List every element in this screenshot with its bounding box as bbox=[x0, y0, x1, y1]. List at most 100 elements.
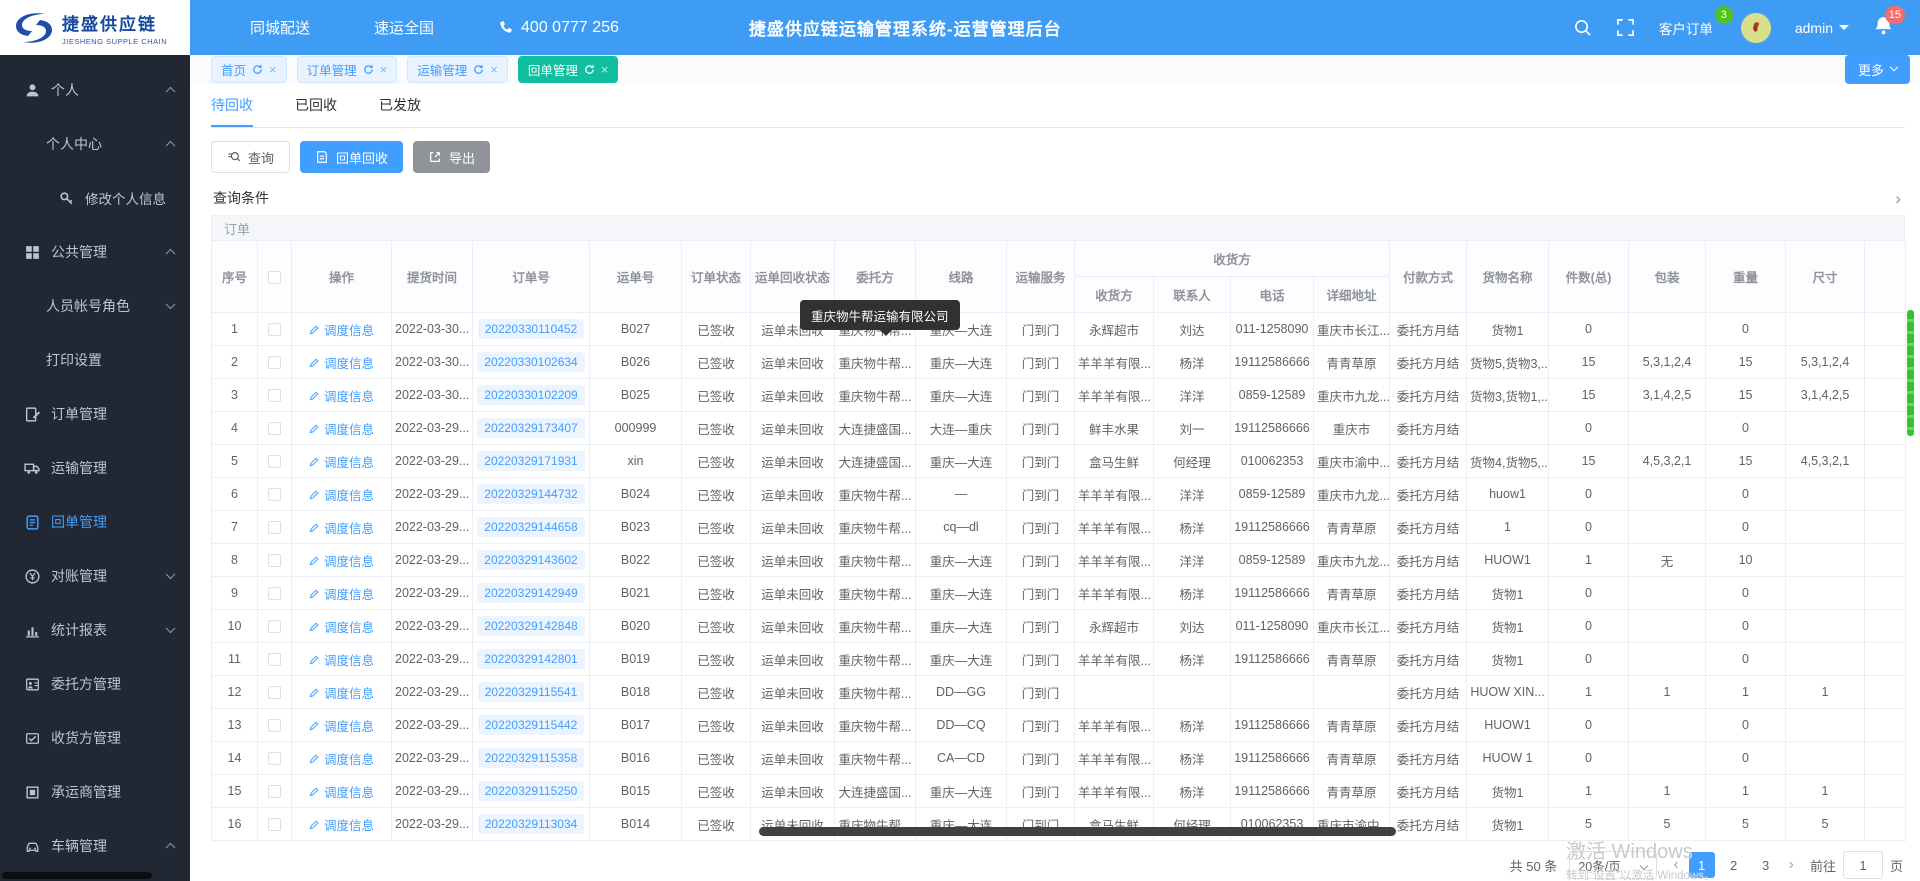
sidebar-item-6[interactable]: 订单管理 bbox=[0, 387, 190, 441]
sidebar-item-10[interactable]: 统计报表 bbox=[0, 603, 190, 657]
sidebar-item-9[interactable]: 对账管理 bbox=[0, 549, 190, 603]
order-number-pill[interactable]: 20220329115250 bbox=[477, 781, 585, 801]
page-number-button[interactable]: 1 bbox=[1688, 852, 1715, 878]
query-button[interactable]: 查询 bbox=[211, 141, 291, 173]
close-icon[interactable]: × bbox=[601, 62, 609, 77]
dispatch-info-link[interactable]: 调度信息 bbox=[309, 683, 374, 702]
sidebar-item-0[interactable]: 个人 bbox=[0, 63, 190, 117]
row-checkbox[interactable] bbox=[268, 521, 281, 535]
close-icon[interactable]: × bbox=[269, 62, 277, 77]
row-checkbox[interactable] bbox=[268, 620, 281, 634]
refresh-icon[interactable] bbox=[473, 64, 484, 75]
prev-page-button[interactable]: ‹ bbox=[1669, 856, 1682, 874]
select-all-checkbox[interactable] bbox=[268, 270, 281, 284]
order-number-pill[interactable]: 20220330102634 bbox=[477, 352, 585, 372]
order-number-pill[interactable]: 20220329115541 bbox=[477, 682, 585, 702]
row-checkbox[interactable] bbox=[268, 785, 281, 799]
chevron-right-icon[interactable]: › bbox=[1895, 190, 1901, 207]
row-checkbox[interactable] bbox=[268, 389, 281, 403]
dispatch-info-link[interactable]: 调度信息 bbox=[309, 716, 374, 735]
dispatch-info-link[interactable]: 调度信息 bbox=[309, 584, 374, 603]
fullscreen-icon[interactable] bbox=[1616, 18, 1635, 37]
order-number-pill[interactable]: 20220329142949 bbox=[477, 583, 585, 603]
sidebar-item-12[interactable]: 收货方管理 bbox=[0, 711, 190, 765]
notifications-button[interactable]: 15 bbox=[1873, 5, 1905, 41]
sidebar-item-4[interactable]: 人员帐号角色 bbox=[0, 279, 190, 333]
refresh-icon[interactable] bbox=[584, 64, 595, 75]
search-icon[interactable] bbox=[1573, 18, 1592, 37]
dispatch-info-link[interactable]: 调度信息 bbox=[309, 485, 374, 504]
refresh-icon[interactable] bbox=[363, 64, 374, 75]
dispatch-info-link[interactable]: 调度信息 bbox=[309, 749, 374, 768]
dispatch-info-link[interactable]: 调度信息 bbox=[309, 452, 374, 471]
dispatch-info-link[interactable]: 调度信息 bbox=[309, 386, 374, 405]
row-checkbox[interactable] bbox=[268, 752, 281, 766]
order-number-pill[interactable]: 20220329115442 bbox=[477, 715, 585, 735]
row-checkbox[interactable] bbox=[268, 686, 281, 700]
user-avatar[interactable] bbox=[1740, 12, 1771, 43]
dispatch-info-link[interactable]: 调度信息 bbox=[309, 782, 374, 801]
sidebar-item-2[interactable]: 修改个人信息 bbox=[0, 171, 190, 225]
row-checkbox[interactable] bbox=[268, 818, 281, 832]
dispatch-info-link[interactable]: 调度信息 bbox=[309, 650, 374, 669]
dispatch-info-link[interactable]: 调度信息 bbox=[309, 551, 374, 570]
refresh-icon[interactable] bbox=[252, 64, 263, 75]
sidebar-item-11[interactable]: 委托方管理 bbox=[0, 657, 190, 711]
horizontal-scrollbar[interactable] bbox=[759, 827, 1396, 836]
sidebar-item-8[interactable]: 回单管理 bbox=[0, 495, 190, 549]
close-icon[interactable]: × bbox=[490, 62, 498, 77]
row-checkbox[interactable] bbox=[268, 653, 281, 667]
vertical-scrollbar[interactable] bbox=[1907, 310, 1914, 436]
page-number-button[interactable]: 2 bbox=[1721, 852, 1747, 878]
order-number-pill[interactable]: 20220329144658 bbox=[477, 517, 585, 537]
dispatch-info-link[interactable]: 调度信息 bbox=[309, 518, 374, 537]
sidebar-item-1[interactable]: 个人中心 bbox=[0, 117, 190, 171]
export-button[interactable]: 导出 bbox=[413, 141, 491, 173]
row-checkbox[interactable] bbox=[268, 422, 281, 436]
order-number-pill[interactable]: 20220330110452 bbox=[477, 319, 585, 339]
goto-page-input[interactable] bbox=[1842, 851, 1883, 879]
order-number-pill[interactable]: 20220329113034 bbox=[477, 814, 585, 834]
row-checkbox[interactable] bbox=[268, 356, 281, 370]
row-checkbox[interactable] bbox=[268, 587, 281, 601]
sidebar-item-5[interactable]: 打印设置 bbox=[0, 333, 190, 387]
dispatch-info-link[interactable]: 调度信息 bbox=[309, 815, 374, 834]
row-checkbox[interactable] bbox=[268, 554, 281, 568]
row-checkbox[interactable] bbox=[268, 455, 281, 469]
sidebar-scrollbar[interactable] bbox=[2, 872, 152, 879]
sidebar-item-13[interactable]: 承运商管理 bbox=[0, 765, 190, 819]
more-tabs-button[interactable]: 更多 bbox=[1844, 55, 1910, 84]
close-icon[interactable]: × bbox=[380, 62, 388, 77]
user-menu[interactable]: admin bbox=[1795, 20, 1849, 36]
row-checkbox[interactable] bbox=[268, 323, 281, 337]
nav-city-delivery[interactable]: 同城配送 bbox=[250, 17, 310, 38]
order-number-pill[interactable]: 20220329142848 bbox=[477, 616, 585, 636]
tab-1[interactable]: 已回收 bbox=[295, 95, 337, 127]
tab-0[interactable]: 待回收 bbox=[211, 95, 253, 127]
sidebar-item-3[interactable]: 公共管理 bbox=[0, 225, 190, 279]
order-number-pill[interactable]: 20220329143602 bbox=[477, 550, 585, 570]
dispatch-info-link[interactable]: 调度信息 bbox=[309, 617, 374, 636]
page-size-select[interactable]: 20条/页 bbox=[1569, 851, 1658, 879]
order-number-pill[interactable]: 20220329115358 bbox=[477, 748, 585, 768]
sidebar-item-14[interactable]: 车辆管理 bbox=[0, 819, 190, 873]
order-number-pill[interactable]: 20220329142801 bbox=[477, 649, 585, 669]
order-number-pill[interactable]: 20220329144732 bbox=[477, 484, 585, 504]
dispatch-info-link[interactable]: 调度信息 bbox=[309, 353, 374, 372]
order-number-pill[interactable]: 20220329173407 bbox=[477, 418, 585, 438]
open-tab-pill-3[interactable]: 回单管理 × bbox=[517, 56, 619, 83]
order-number-pill[interactable]: 20220330102209 bbox=[477, 385, 585, 405]
customer-orders-link[interactable]: 客户订单 3 bbox=[1659, 5, 1733, 38]
next-page-button[interactable]: › bbox=[1785, 856, 1798, 874]
receipt-recycle-button[interactable]: 回单回收 bbox=[300, 141, 404, 173]
open-tab-pill-1[interactable]: 订单管理 × bbox=[296, 56, 398, 83]
page-number-button[interactable]: 3 bbox=[1753, 852, 1779, 878]
order-number-pill[interactable]: 20220329171931 bbox=[477, 451, 585, 471]
sidebar-item-7[interactable]: 运输管理 bbox=[0, 441, 190, 495]
query-conditions-row[interactable]: 查询条件 › bbox=[211, 182, 1905, 215]
open-tab-pill-0[interactable]: 首页 × bbox=[211, 56, 287, 83]
dispatch-info-link[interactable]: 调度信息 bbox=[309, 419, 374, 438]
row-checkbox[interactable] bbox=[268, 719, 281, 733]
tab-2[interactable]: 已发放 bbox=[379, 95, 421, 127]
row-checkbox[interactable] bbox=[268, 488, 281, 502]
